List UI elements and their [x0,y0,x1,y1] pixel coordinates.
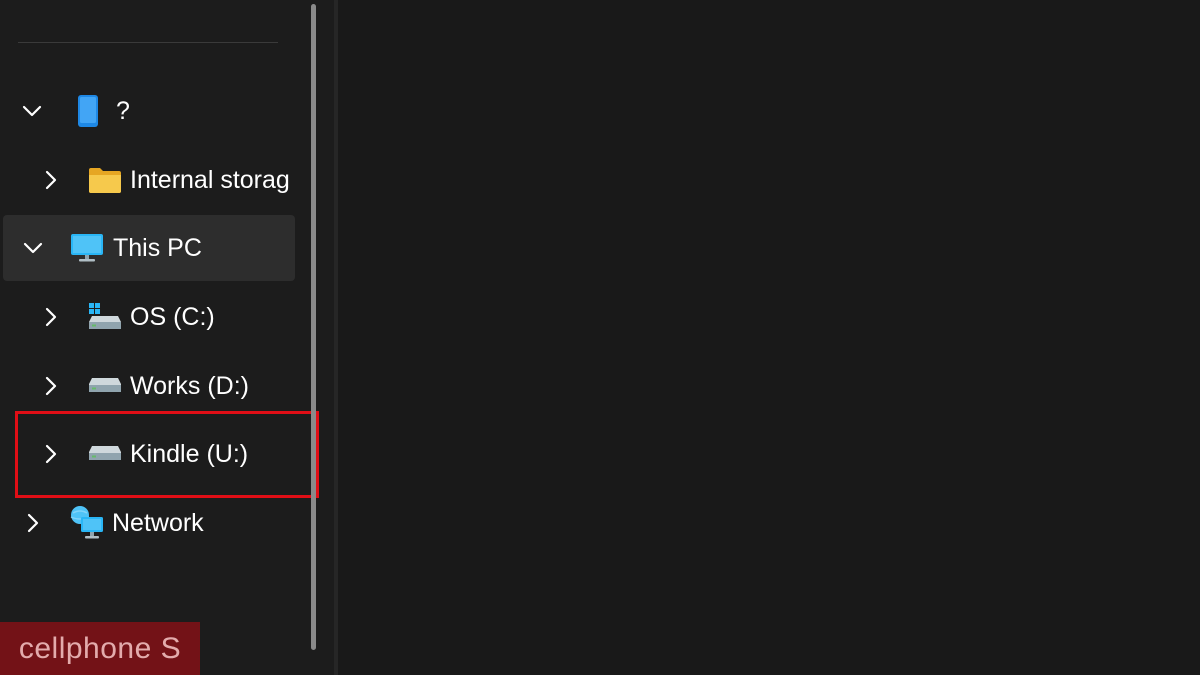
drive-icon [88,375,122,397]
navigation-pane: ? Internal storag This PC OS (C:) Works … [0,0,330,675]
chevron-right-icon[interactable] [38,168,62,192]
nav-item-works-drive[interactable]: Works (D:) [38,353,300,419]
nav-item-label: Kindle (U:) [130,439,249,468]
nav-item-label: Network [112,508,204,537]
nav-item-this-pc[interactable]: This PC [3,215,295,281]
nav-item-internal-storage[interactable]: Internal storag [38,147,300,213]
chevron-right-icon[interactable] [20,511,44,535]
nav-item-kindle-drive[interactable]: Kindle (U:) [38,421,300,487]
file-explorer-window: ? Internal storag This PC OS (C:) Works … [0,0,1200,675]
content-pane [338,0,1200,675]
nav-item-label: This PC [113,233,202,262]
nav-item-label: OS (C:) [130,302,215,331]
divider [18,42,278,43]
chevron-down-icon[interactable] [20,99,44,123]
watermark-logo: cellphone S [0,622,200,675]
nav-item-label: Internal storag [130,165,290,194]
nav-item-os-drive[interactable]: OS (C:) [38,284,300,350]
system-drive-icon [88,302,122,332]
drive-icon [88,443,122,465]
chevron-right-icon[interactable] [38,305,62,329]
folder-icon [88,166,122,194]
nav-item-network[interactable]: Network [20,490,300,556]
chevron-right-icon[interactable] [38,374,62,398]
chevron-down-icon[interactable] [21,236,45,260]
network-icon [69,505,105,541]
nav-item-label: Works (D:) [130,371,249,400]
scrollbar-thumb[interactable] [311,4,316,650]
monitor-icon [70,232,104,264]
nav-item-label: ? [116,96,130,125]
chevron-right-icon[interactable] [38,442,62,466]
nav-item-phone[interactable]: ? [20,78,300,144]
phone-icon [74,94,102,128]
watermark-text: cellphone S [18,631,182,665]
